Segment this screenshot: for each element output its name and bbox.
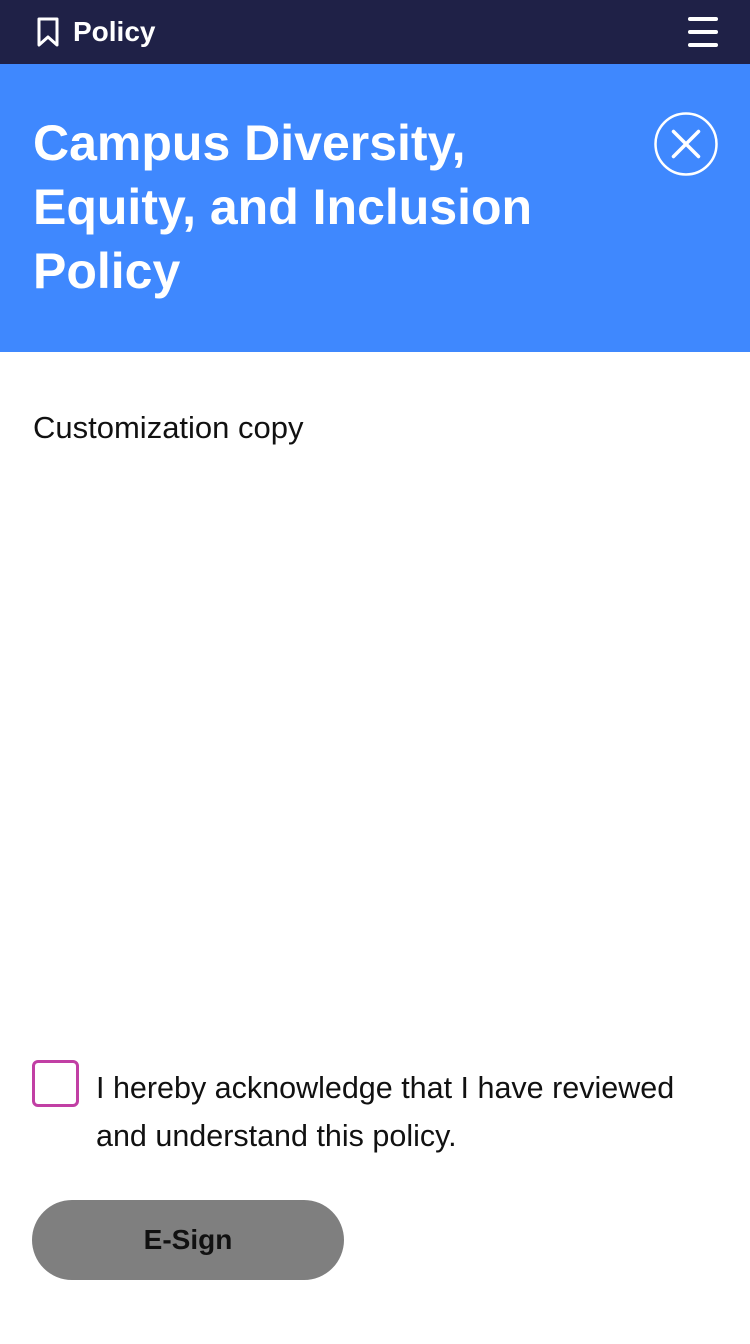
policy-header: Campus Diversity, Equity, and Inclusion …: [0, 64, 750, 352]
acknowledge-checkbox[interactable]: [32, 1060, 79, 1107]
top-app-bar: Policy: [0, 0, 750, 64]
topbar-title: Policy: [73, 16, 156, 47]
policy-title: Campus Diversity, Equity, and Inclusion …: [33, 115, 533, 299]
bookmark-icon: [37, 17, 59, 47]
policy-body-copy: Customization copy: [33, 410, 304, 445]
e-sign-button[interactable]: E-Sign: [32, 1200, 344, 1280]
acknowledge-label: I hereby acknowledge that I have reviewe…: [96, 1071, 675, 1153]
policy-page: Policy Campus Diversity, Equity, and Inc…: [0, 0, 750, 1344]
close-icon[interactable]: [654, 112, 718, 176]
hamburger-menu-icon[interactable]: [686, 17, 720, 47]
